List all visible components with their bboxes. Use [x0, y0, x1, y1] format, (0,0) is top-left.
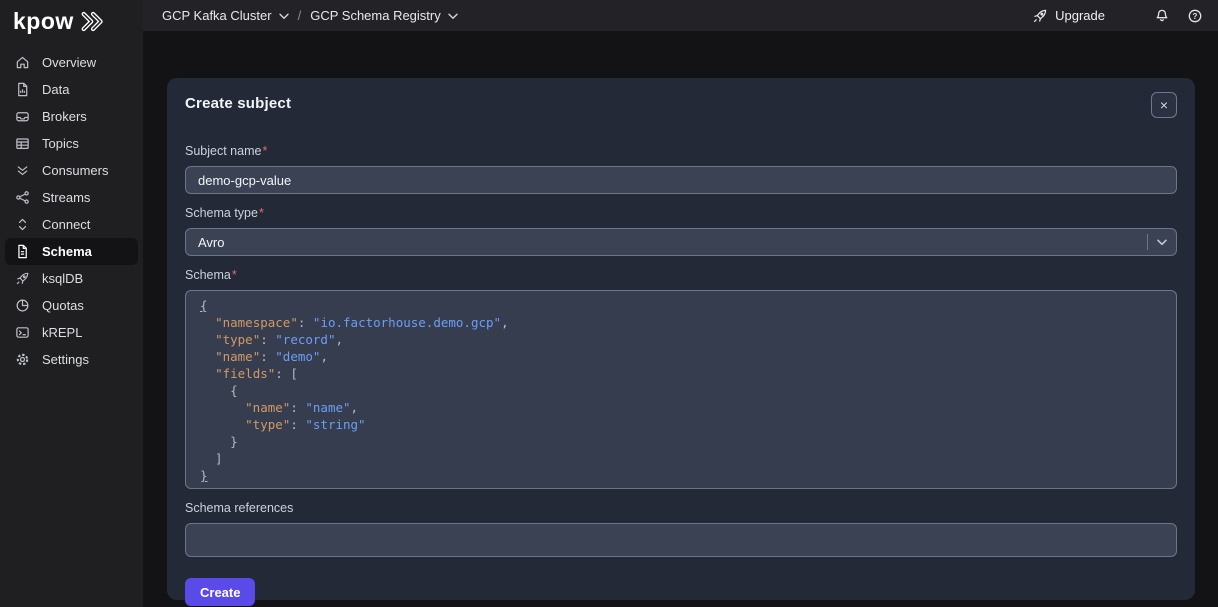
home-icon: [15, 55, 30, 70]
table-icon: [15, 136, 30, 151]
chevron-down-icon: [279, 12, 289, 20]
terminal-icon: [15, 325, 30, 340]
required-marker: *: [262, 144, 267, 158]
breadcrumb-separator: /: [298, 8, 302, 23]
app-root: kpow Overview Dat: [0, 0, 1218, 607]
chevron-down-icon: [448, 12, 458, 20]
schema-type-group: Schema type* Avro: [185, 206, 1177, 256]
double-chevron-down-icon: [15, 163, 30, 178]
schema-group: Schema* { "namespace": "io.factorhouse.d…: [185, 268, 1177, 489]
svg-text:?: ?: [1193, 12, 1198, 21]
data-file-icon: [15, 82, 30, 97]
sidebar-item-topics[interactable]: Topics: [5, 130, 138, 157]
registry-selector[interactable]: GCP Schema Registry: [310, 8, 458, 23]
sidebar-item-label: Consumers: [42, 163, 108, 178]
close-button[interactable]: ×: [1151, 92, 1177, 118]
chevrons-up-down-icon: [15, 217, 30, 232]
sidebar-item-settings[interactable]: Settings: [5, 346, 138, 373]
sidebar-item-label: Streams: [42, 190, 90, 205]
registry-selector-label: GCP Schema Registry: [310, 8, 441, 23]
sidebar-item-label: Connect: [42, 217, 90, 232]
topbar-actions: Upgrade ?: [1032, 7, 1204, 24]
rocket-icon: [15, 271, 30, 286]
schema-references-label: Schema references: [185, 501, 1177, 516]
sidebar-item-ksqldb[interactable]: ksqlDB: [5, 265, 138, 292]
top-bar: GCP Kafka Cluster / GCP Schema Registry …: [143, 0, 1218, 31]
sidebar-item-label: Data: [42, 82, 69, 97]
sidebar-nav: Overview Data Brokers Topics: [0, 41, 143, 373]
sidebar-item-label: Brokers: [42, 109, 87, 124]
sidebar-item-streams[interactable]: Streams: [5, 184, 138, 211]
sidebar-item-consumers[interactable]: Consumers: [5, 157, 138, 184]
sidebar-item-label: Schema: [42, 244, 92, 259]
cluster-selector-label: GCP Kafka Cluster: [162, 8, 272, 23]
sidebar-item-label: ksqlDB: [42, 271, 83, 286]
create-subject-dialog: Create subject × Subject name* Schema ty…: [167, 78, 1195, 600]
sidebar-item-data[interactable]: Data: [5, 76, 138, 103]
sidebar-item-schema[interactable]: Schema: [5, 238, 138, 265]
create-button[interactable]: Create: [185, 578, 255, 606]
required-marker: *: [259, 206, 264, 220]
schema-label: Schema*: [185, 268, 1177, 283]
notifications-button[interactable]: [1154, 7, 1171, 24]
sidebar-item-connect[interactable]: Connect: [5, 211, 138, 238]
sidebar-item-label: kREPL: [42, 325, 82, 340]
sidebar-item-brokers[interactable]: Brokers: [5, 103, 138, 130]
dialog-title: Create subject: [185, 94, 291, 114]
sidebar-item-label: Quotas: [42, 298, 84, 313]
sidebar: kpow Overview Dat: [0, 0, 143, 607]
schema-references-input[interactable]: [185, 523, 1177, 557]
schema-type-label: Schema type*: [185, 206, 1177, 221]
upgrade-button[interactable]: Upgrade: [1032, 8, 1105, 24]
sidebar-item-label: Topics: [42, 136, 79, 151]
broker-tray-icon: [15, 109, 30, 124]
gear-icon: [15, 352, 30, 367]
kpow-logo-chevrons-icon: [80, 11, 108, 32]
pie-chart-icon: [15, 298, 30, 313]
rocket-icon: [1032, 8, 1048, 24]
breadcrumb: GCP Kafka Cluster / GCP Schema Registry: [162, 8, 458, 23]
dark-mode-toggle[interactable]: [1121, 7, 1138, 24]
upgrade-label: Upgrade: [1055, 8, 1105, 23]
kpow-logo-text: kpow: [13, 8, 74, 35]
subject-name-label: Subject name*: [185, 144, 1177, 159]
kpow-logo[interactable]: kpow: [0, 0, 143, 41]
schema-type-select[interactable]: Avro: [185, 228, 1177, 256]
sidebar-item-label: Overview: [42, 55, 96, 70]
chevron-down-icon: [1148, 239, 1176, 246]
required-marker: *: [232, 268, 237, 282]
help-button[interactable]: ?: [1187, 7, 1204, 24]
schema-code: { "namespace": "io.factorhouse.demo.gcp"…: [200, 297, 1162, 484]
close-icon: ×: [1160, 97, 1168, 113]
subject-name-group: Subject name*: [185, 144, 1177, 194]
sidebar-item-overview[interactable]: Overview: [5, 49, 138, 76]
sidebar-item-label: Settings: [42, 352, 89, 367]
schema-type-selected-value: Avro: [198, 235, 1147, 250]
cluster-selector[interactable]: GCP Kafka Cluster: [162, 8, 289, 23]
schema-file-icon: [15, 244, 30, 259]
schema-code-editor[interactable]: { "namespace": "io.factorhouse.demo.gcp"…: [185, 290, 1177, 489]
sidebar-item-krepl[interactable]: kREPL: [5, 319, 138, 346]
subject-name-input[interactable]: [185, 166, 1177, 194]
schema-references-group: Schema references: [185, 501, 1177, 562]
share-nodes-icon: [15, 190, 30, 205]
sidebar-item-quotas[interactable]: Quotas: [5, 292, 138, 319]
